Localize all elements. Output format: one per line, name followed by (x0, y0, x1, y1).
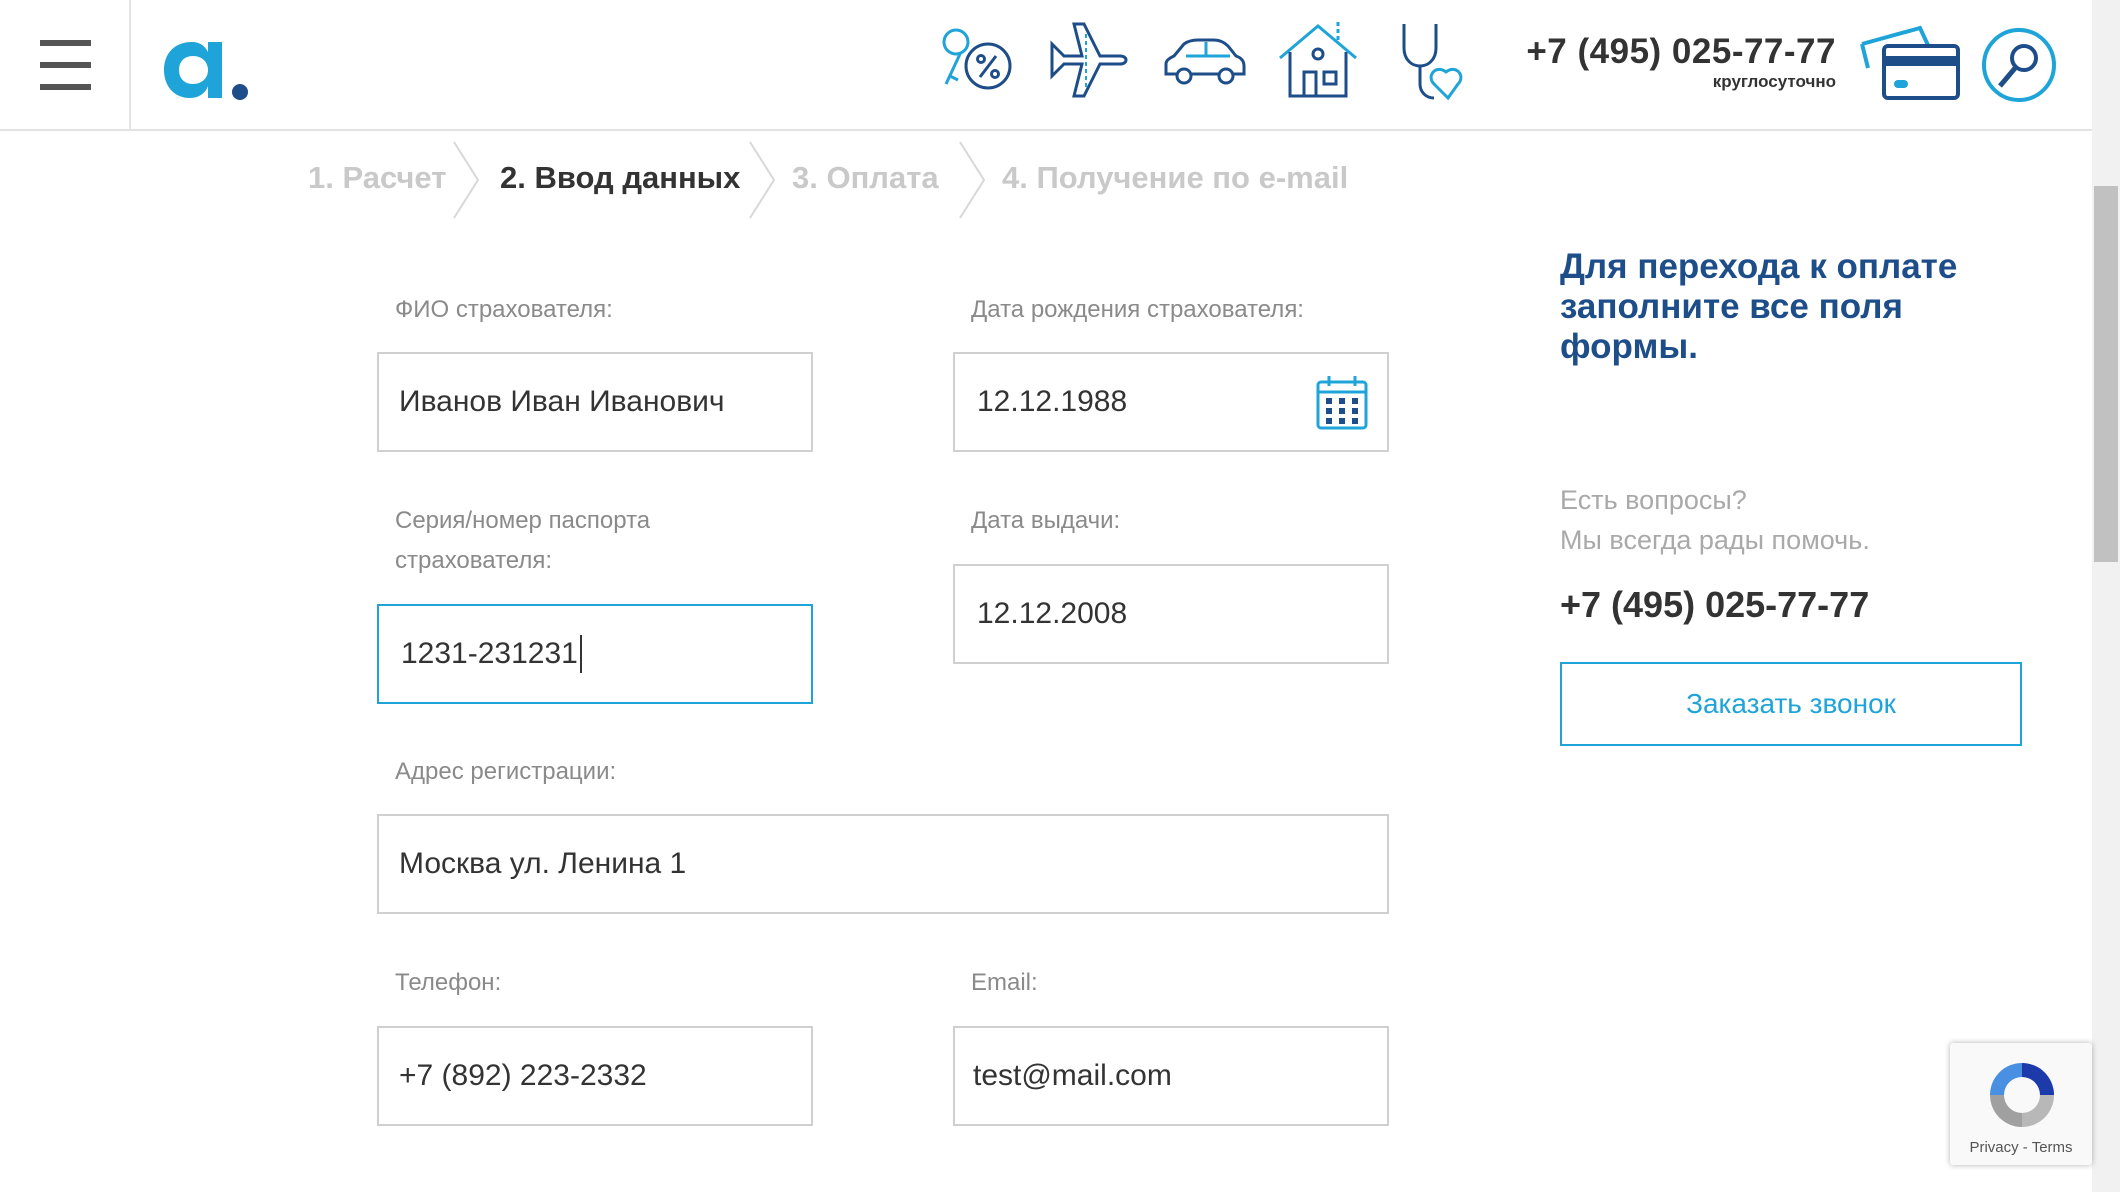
email-label: Email: (971, 969, 1038, 996)
phone-label: Телефон: (395, 969, 502, 996)
birth-date-input[interactable]: 12.12.1988 (953, 352, 1389, 452)
help-text-line1: Есть вопросы? (1560, 485, 1747, 515)
scrollbar-thumb[interactable] (2094, 186, 2118, 562)
step-chevron (453, 141, 480, 219)
address-label: Адрес регистрации: (395, 758, 617, 785)
calendar-icon[interactable] (1315, 374, 1369, 432)
phone-value: +7 (892) 223-2332 (399, 1059, 647, 1092)
recaptcha-privacy-link[interactable]: Privacy (1969, 1139, 2018, 1156)
menu-bar (40, 62, 91, 68)
plane-icon[interactable] (1042, 14, 1134, 106)
search-icon[interactable] (1980, 26, 2058, 104)
step-email-delivery: 4. Получение по e-mail (1002, 160, 1349, 195)
step-payment: 3. Оплата (792, 160, 939, 195)
recaptcha-icon (1990, 1063, 2054, 1127)
help-text-line2: Мы всегда рады помочь. (1560, 525, 1870, 555)
car-icon[interactable] (1158, 14, 1250, 106)
scrollbar-track[interactable] (2092, 0, 2120, 1192)
checkout-steps: 1. Расчет 2. Ввод данных 3. Оплата 4. По… (300, 140, 1400, 220)
passport-label-line2: страхователя: (395, 547, 553, 574)
header-phone[interactable]: +7 (495) 025-77-77 круглосуточно (1480, 32, 1836, 92)
phone-input[interactable]: +7 (892) 223-2332 (377, 1026, 813, 1126)
email-value: test@mail.com (973, 1059, 1172, 1092)
stethoscope-heart-icon[interactable] (1390, 14, 1482, 106)
sidebar-phone[interactable]: +7 (495) 025-77-77 (1560, 584, 1869, 626)
logo[interactable] (160, 34, 250, 102)
fio-value: Иванов Иван Иванович (399, 385, 725, 418)
key-percent-icon[interactable] (930, 14, 1022, 106)
step-chevron (959, 141, 986, 219)
birth-date-label: Дата рождения страхователя: (971, 296, 1304, 323)
passport-value: 1231-231231 (401, 637, 578, 670)
header-phone-number[interactable]: +7 (495) 025-77-77 (1480, 32, 1836, 72)
passport-label: Серия/номер паспорта страхователя: (395, 501, 650, 581)
text-caret (579, 635, 582, 673)
recaptcha-badge[interactable]: Privacy - Terms (1950, 1043, 2092, 1165)
menu-button[interactable] (0, 0, 131, 131)
menu-bar (40, 40, 91, 46)
recaptcha-links: Privacy - Terms (1950, 1139, 2092, 1156)
birth-date-value: 12.12.1988 (977, 385, 1128, 418)
recaptcha-separator: - (2018, 1139, 2032, 1156)
address-value: Москва ул. Ленина 1 (399, 847, 687, 880)
step-chevron (749, 141, 776, 219)
house-icon[interactable] (1272, 14, 1364, 106)
site-header: +7 (495) 025-77-77 круглосуточно (0, 0, 2092, 131)
fio-input[interactable]: Иванов Иван Иванович (377, 352, 813, 452)
help-text: Есть вопросы? Мы всегда рады помочь. (1560, 480, 2000, 560)
menu-bar (40, 84, 91, 90)
request-callback-button[interactable]: Заказать звонок (1560, 662, 2022, 746)
passport-label-line1: Серия/номер паспорта (395, 507, 651, 534)
payment-card-icon[interactable] (1858, 24, 1962, 104)
fio-label: ФИО страхователя: (395, 296, 613, 323)
issue-date-value: 12.12.2008 (977, 597, 1128, 630)
step-data-entry: 2. Ввод данных (500, 160, 741, 195)
recaptcha-terms-link[interactable]: Terms (2032, 1139, 2073, 1156)
issue-date-input[interactable]: 12.12.2008 (953, 564, 1389, 664)
address-input[interactable]: Москва ул. Ленина 1 (377, 814, 1389, 914)
payment-hint: Для перехода к оплате заполните все поля… (1560, 247, 1958, 366)
header-phone-subtitle: круглосуточно (1712, 72, 1836, 91)
issue-date-label: Дата выдачи: (971, 507, 1121, 534)
step-calculation[interactable]: 1. Расчет (308, 160, 446, 196)
email-input[interactable]: test@mail.com (953, 1026, 1389, 1126)
passport-input[interactable]: 1231-231231 (377, 604, 813, 704)
